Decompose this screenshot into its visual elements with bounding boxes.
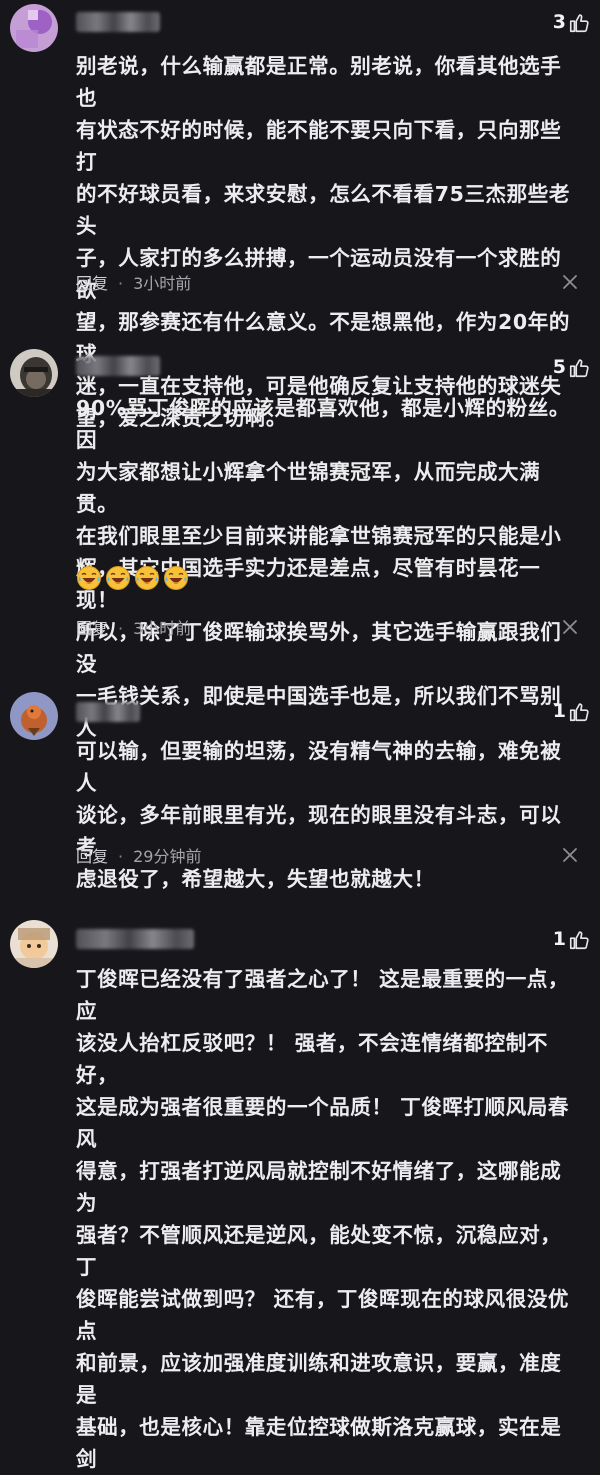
comment-text: 可以输，但要输的坦荡，没有精气神的去输，难免被人 谈论，多年前眼里有光，现在的眼… — [76, 739, 562, 891]
comment-item: 3 别老说，什么输赢都是正常。别老说，你看其他选手也 有状态不好的时候，能不能不… — [0, 0, 600, 430]
like-count: 3 — [552, 11, 566, 33]
timestamp: 3小时前 — [133, 619, 192, 638]
reply-button[interactable]: 回复 — [76, 847, 108, 866]
emoji-row — [76, 565, 192, 591]
username-blurred[interactable] — [76, 356, 160, 376]
username-blurred[interactable] — [76, 929, 194, 949]
laughing-crying-emoji — [163, 565, 189, 591]
reply-button[interactable]: 回复 — [76, 274, 108, 293]
like-count: 5 — [552, 356, 566, 378]
thumbs-up-icon[interactable] — [568, 929, 590, 951]
like-count: 1 — [552, 928, 566, 950]
avatar[interactable] — [10, 920, 58, 968]
laughing-crying-emoji — [76, 565, 102, 591]
avatar[interactable] — [10, 349, 58, 397]
comment-text: 丁俊晖已经没有了强者之心了！ 这是最重要的一点，应 该没人抬杠反驳吧？！ 强者，… — [76, 967, 570, 1471]
close-icon[interactable] — [562, 847, 578, 863]
laughing-crying-emoji — [105, 565, 131, 591]
timestamp: 29分钟前 — [133, 847, 202, 866]
like-count: 1 — [552, 700, 566, 722]
timestamp: 3小时前 — [133, 274, 192, 293]
close-icon[interactable] — [562, 619, 578, 635]
thumbs-up-icon[interactable] — [568, 701, 590, 723]
username-blurred[interactable] — [76, 12, 160, 32]
comment-text: 别老说，什么输赢都是正常。别老说，你看其他选手也 有状态不好的时候，能不能不要只… — [76, 54, 570, 430]
avatar[interactable] — [10, 692, 58, 740]
username-blurred[interactable] — [76, 702, 140, 722]
thumbs-up-icon[interactable] — [568, 12, 590, 34]
thumbs-up-icon[interactable] — [568, 357, 590, 379]
comment-meta: 回复 · 3小时前 — [76, 274, 192, 293]
comment-meta: 回复 · 3小时前 — [76, 619, 192, 638]
laughing-crying-emoji — [134, 565, 160, 591]
comment-meta: 回复 · 29分钟前 — [76, 847, 202, 866]
avatar[interactable] — [10, 4, 58, 52]
reply-button[interactable]: 回复 — [76, 619, 108, 638]
close-icon[interactable] — [562, 274, 578, 290]
